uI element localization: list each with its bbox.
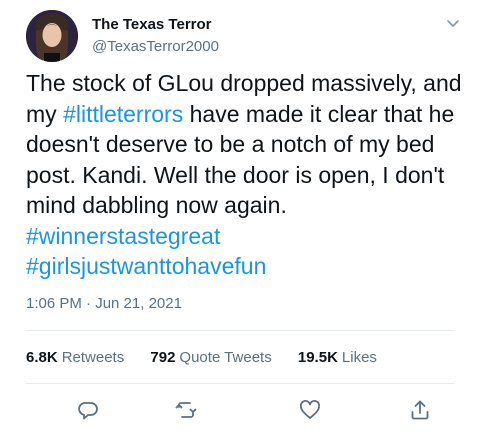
author-display-name[interactable]: The Texas Terror: [92, 15, 219, 34]
divider: [26, 330, 454, 331]
tweet-actions: [26, 396, 454, 424]
quote-tweets-label: Quote Tweets: [179, 349, 272, 366]
hashtag-winnerstastegreat[interactable]: #winnerstastegreat: [26, 223, 220, 249]
retweets-label: Retweets: [61, 349, 125, 366]
divider: [26, 383, 454, 384]
retweet-icon[interactable]: [174, 398, 198, 422]
quote-tweets-stat[interactable]: 792 Quote Tweets: [150, 349, 271, 366]
tweet-card: The Texas Terror @TexasTerror2000 The st…: [0, 0, 480, 435]
tweet-stats: 6.8K Retweets 792 Quote Tweets 19.5K Likes: [26, 349, 399, 366]
avatar[interactable]: [26, 10, 78, 62]
likes-stat[interactable]: 19.5K Likes: [298, 349, 377, 366]
author-handle[interactable]: @TexasTerror2000: [92, 37, 219, 56]
likes-count: 19.5K: [297, 349, 338, 366]
reply-icon[interactable]: [76, 398, 100, 422]
tweet-text: The stock of GLou dropped massively, and…: [26, 68, 466, 282]
author-names: The Texas Terror @TexasTerror2000: [92, 15, 219, 56]
hashtag-girlsjustwanttohavefun[interactable]: #girlsjustwanttohavefun: [26, 253, 266, 279]
retweets-stat[interactable]: 6.8K Retweets: [26, 349, 124, 366]
tweet-timestamp[interactable]: 1:06 PM · Jun 21, 2021: [26, 295, 182, 312]
share-icon[interactable]: [408, 398, 432, 422]
tweet-header: The Texas Terror @TexasTerror2000: [26, 10, 462, 62]
quote-tweets-count: 792: [150, 349, 176, 366]
likes-label: Likes: [341, 349, 377, 366]
chevron-down-icon[interactable]: [444, 14, 462, 32]
hashtag-littleterrors[interactable]: #littleterrors: [63, 101, 183, 127]
retweets-count: 6.8K: [26, 349, 58, 366]
heart-icon[interactable]: [298, 398, 322, 422]
